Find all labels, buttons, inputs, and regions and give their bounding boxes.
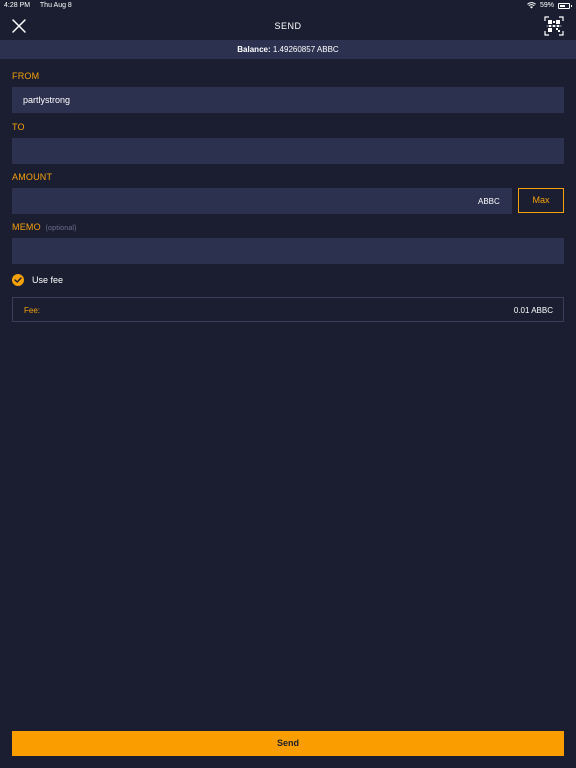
to-field[interactable] <box>12 138 564 164</box>
fee-value: 0.01 ABBC <box>513 306 553 315</box>
status-bar: 4:28 PM Thu Aug 8 59% <box>0 0 576 12</box>
page-title: SEND <box>274 21 302 31</box>
status-right: 59% <box>527 2 572 9</box>
wifi-icon <box>527 2 536 9</box>
fee-label: Fee: <box>24 306 41 315</box>
status-date: Thu Aug 8 <box>39 2 72 9</box>
battery-icon <box>558 2 572 9</box>
memo-hint: (optional) <box>45 225 77 232</box>
memo-field[interactable] <box>12 238 564 264</box>
memo-label-row: MEMO (optional) <box>12 222 77 232</box>
from-field[interactable] <box>12 87 564 113</box>
battery-percent: 59% <box>539 2 554 9</box>
status-time: 4:28 PM <box>4 2 31 9</box>
balance-label: Balance: <box>237 45 271 54</box>
balance-bar: Balance: 1.49260857 ABBC <box>0 40 576 59</box>
amount-field[interactable] <box>12 188 512 214</box>
send-button[interactable]: Send <box>12 731 564 756</box>
from-label: FROM <box>12 71 40 81</box>
fee-row: Fee: 0.01 ABBC <box>12 297 564 322</box>
use-fee-checkbox[interactable]: Use fee <box>12 274 63 286</box>
use-fee-label: Use fee <box>32 275 64 285</box>
to-label: TO <box>12 122 25 132</box>
amount-unit: ABBC <box>478 197 500 206</box>
amount-label: AMOUNT <box>12 172 53 182</box>
max-button[interactable]: Max <box>518 188 564 213</box>
nav-bar: SEND <box>0 12 576 40</box>
status-left: 4:28 PM Thu Aug 8 <box>4 2 80 9</box>
qr-scan-icon[interactable] <box>544 16 564 36</box>
memo-label: MEMO <box>12 222 41 232</box>
balance-value: 1.49260857 ABBC <box>272 45 339 54</box>
check-circle-icon[interactable] <box>12 274 24 286</box>
